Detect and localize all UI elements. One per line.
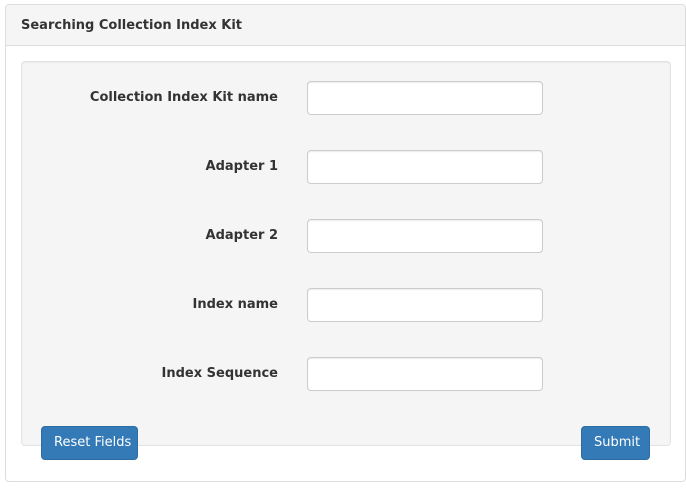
search-panel: Searching Collection Index Kit Collectio…	[5, 4, 686, 482]
search-form: Collection Index Kit name Adapter 1 Adap…	[21, 61, 671, 460]
panel-title: Searching Collection Index Kit	[21, 17, 243, 33]
form-row-index-sequence: Index Sequence	[22, 357, 670, 391]
form-row-index-name: Index name	[22, 288, 670, 322]
panel-heading: Searching Collection Index Kit	[6, 5, 685, 46]
form-row-adapter-2: Adapter 2	[22, 219, 670, 253]
kit-name-label: Collection Index Kit name	[89, 90, 278, 105]
adapter-1-input[interactable]	[307, 150, 543, 184]
form-row-adapter-1: Adapter 1	[22, 150, 670, 184]
adapter-1-label: Adapter 1	[205, 159, 278, 174]
index-name-label: Index name	[192, 297, 278, 312]
adapter-2-input[interactable]	[307, 219, 543, 253]
adapter-2-label: Adapter 2	[205, 228, 278, 243]
submit-button[interactable]: Submit	[581, 426, 650, 460]
index-sequence-input[interactable]	[307, 357, 543, 391]
index-sequence-label: Index Sequence	[161, 366, 278, 381]
kit-name-input[interactable]	[307, 81, 543, 115]
reset-fields-button[interactable]: Reset Fields	[41, 426, 138, 460]
form-row-kit-name: Collection Index Kit name	[22, 81, 670, 115]
index-name-input[interactable]	[307, 288, 543, 322]
